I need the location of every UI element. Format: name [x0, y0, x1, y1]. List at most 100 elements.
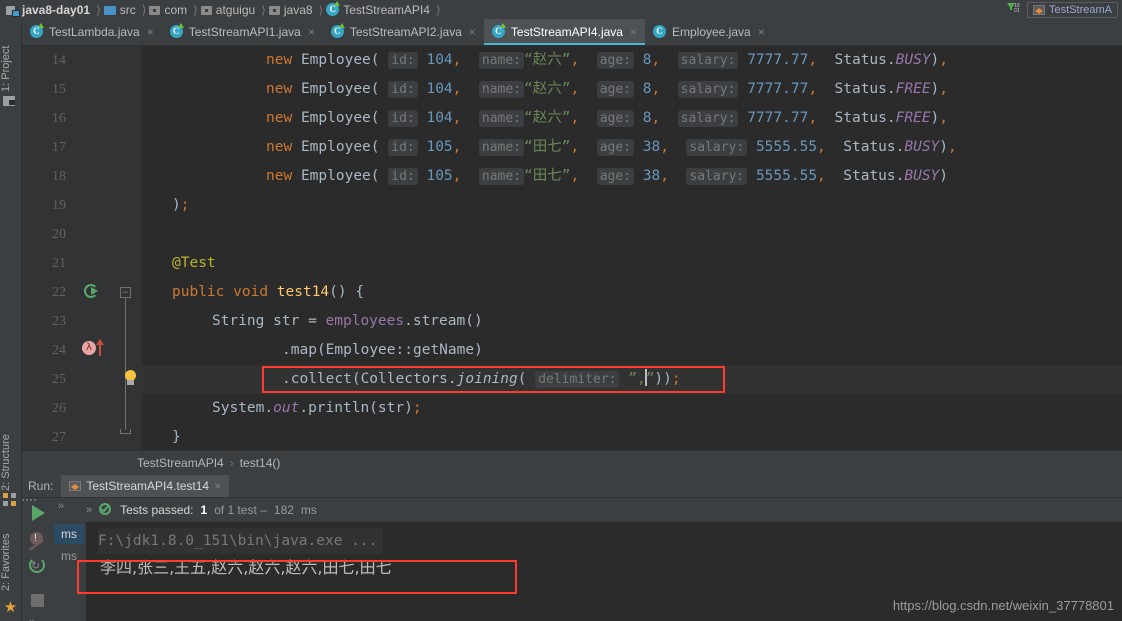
- enum-class: Status.: [834, 52, 896, 68]
- param-hint-name: name:: [478, 81, 525, 98]
- method-call: collect: [290, 371, 352, 387]
- literal-number: 38: [642, 168, 661, 184]
- class-name: Employee: [300, 168, 371, 184]
- literal-number: 104: [426, 52, 453, 68]
- keyword-new: new: [266, 52, 293, 68]
- test-duration-unit: ms: [300, 503, 317, 517]
- line-number: 22: [52, 285, 66, 300]
- literal-string: “赵六”: [524, 81, 571, 97]
- sidebar-item-favorites[interactable]: 2: Favorites: [0, 503, 22, 591]
- line-number: 26: [52, 401, 66, 416]
- tab-TestStreamAPI1[interactable]: TestStreamAPI1.java ×: [162, 19, 323, 45]
- param-hint-id: id:: [388, 139, 418, 156]
- run-configuration-selector[interactable]: TestStreamA: [1027, 2, 1118, 18]
- close-icon[interactable]: ×: [758, 25, 765, 39]
- rerun-icon[interactable]: [29, 504, 47, 522]
- param-hint-age: age:: [596, 139, 634, 156]
- field-reference: employees: [325, 313, 405, 329]
- restart-icon[interactable]: ↻: [29, 556, 47, 574]
- expand-chevron-icon[interactable]: »: [58, 500, 64, 512]
- code-text-area[interactable]: new Employee( id: 104, name: “赵六”, age: 8…: [142, 46, 1122, 450]
- literal-number: 7777.77: [747, 110, 809, 126]
- java-class-icon: [491, 23, 506, 39]
- line-number: 14: [52, 53, 66, 68]
- breadcrumb-item-module[interactable]: java8-day01: [4, 0, 95, 20]
- code-row: [142, 220, 1122, 249]
- param-hint-id: id:: [388, 168, 418, 185]
- toolbar-overflow-icon[interactable]: »: [29, 616, 47, 621]
- breadcrumb-label: TestStreamAPI4: [343, 3, 430, 17]
- literal-number: 7777.77: [747, 81, 809, 97]
- keyword-new: new: [266, 168, 293, 184]
- close-icon[interactable]: ×: [630, 25, 637, 39]
- breadcrumb-class[interactable]: TestStreamAPI4: [137, 456, 224, 470]
- param-hint-salary: salary:: [686, 168, 748, 185]
- lambda-marker-icon[interactable]: λ: [82, 339, 112, 357]
- editor-tab-bar: TestLambda.java × TestStreamAPI1.java × …: [22, 19, 1122, 46]
- code-editor[interactable]: 14 15 16 17 18 19 20 21 22 23 24 25 26 2…: [22, 46, 1122, 450]
- tab-Employee[interactable]: Employee.java ×: [645, 19, 773, 45]
- run-toolbar: ! ↻ »: [22, 498, 52, 621]
- breadcrumb-label: java8-day01: [22, 3, 91, 17]
- breadcrumb-label: atguigu: [215, 3, 256, 17]
- line-number: 20: [52, 227, 66, 242]
- editor-gutter[interactable]: 14 15 16 17 18 19 20 21 22 23 24 25 26 2…: [22, 46, 142, 450]
- method-call: stream: [412, 313, 466, 329]
- breadcrumb-method[interactable]: test14(): [240, 456, 281, 470]
- sidebar-item-structure[interactable]: 2: Structure: [0, 411, 22, 491]
- console-command-line: F:\jdk1.8.0_151\bin\java.exe ...: [98, 528, 384, 554]
- breadcrumb-item-com[interactable]: com: [147, 0, 192, 20]
- line-number: 25: [52, 372, 66, 387]
- java-class-icon: [326, 1, 341, 17]
- editor-structure-breadcrumb: TestStreamAPI4 › test14(): [22, 450, 1122, 474]
- test-passed-icon: [99, 503, 113, 517]
- breadcrumb-item-atguigu[interactable]: atguigu: [199, 0, 260, 20]
- breadcrumb-item-src[interactable]: src: [102, 0, 141, 20]
- breadcrumb-separator-icon: ⟩: [193, 3, 198, 17]
- breadcrumb-item-class[interactable]: TestStreamAPI4: [324, 0, 435, 20]
- close-icon[interactable]: ×: [469, 25, 476, 39]
- intention-bulb-icon[interactable]: [122, 370, 140, 388]
- tab-TestStreamAPI2[interactable]: TestStreamAPI2.java ×: [323, 19, 484, 45]
- param-hint-id: id:: [388, 52, 418, 69]
- duration-toggle-1[interactable]: ms: [54, 524, 84, 544]
- package-icon: [149, 5, 161, 16]
- code-row: }: [142, 423, 1122, 450]
- param-hint-salary: salary:: [677, 110, 739, 127]
- source-folder-icon: [103, 5, 117, 16]
- sidebar-item-label: 1: Project: [0, 45, 12, 92]
- download-dependencies-icon[interactable]: 10 01: [1005, 2, 1021, 18]
- duration-toggle-2[interactable]: ms: [54, 546, 84, 566]
- breadcrumb-separator-icon: ›: [229, 455, 234, 470]
- stop-icon[interactable]: [29, 592, 47, 610]
- run-test-icon[interactable]: [84, 284, 100, 300]
- code-line-17: new Employee( id: 105, name: “田七”, age: 3…: [266, 139, 957, 156]
- tab-label: TestStreamAPI4.java: [510, 25, 623, 39]
- literal-number: 104: [426, 81, 453, 97]
- literal-string: “赵六”: [524, 52, 571, 68]
- enum-constant: BUSY: [904, 139, 940, 155]
- close-icon[interactable]: ×: [308, 25, 315, 39]
- test-status-bar: » Tests passed: 1 of 1 test – 182 ms: [86, 498, 1122, 522]
- class-name: Employee: [325, 342, 396, 358]
- sidebar-item-project[interactable]: 1: Project: [0, 22, 22, 92]
- star-icon[interactable]: ★: [3, 600, 18, 615]
- param-hint-age: age:: [596, 52, 634, 69]
- enum-class: Status.: [834, 110, 896, 126]
- code-line-16: new Employee( id: 104, name: “赵六”, age: 8…: [266, 110, 949, 127]
- breadcrumb-item-java8[interactable]: java8: [267, 0, 318, 20]
- project-folder-icon[interactable]: [3, 94, 18, 109]
- close-icon[interactable]: ×: [147, 25, 154, 39]
- mute-breakpoints-icon[interactable]: !: [28, 530, 47, 551]
- tab-TestStreamAPI4[interactable]: TestStreamAPI4.java ×: [483, 19, 646, 45]
- close-icon[interactable]: ×: [214, 479, 221, 493]
- run-tab-row: Run: TestStreamAPI4.test14 ×: [22, 474, 1122, 498]
- enum-constant: BUSY: [904, 168, 940, 184]
- fold-region-end-icon[interactable]: [120, 429, 131, 438]
- fold-region-icon[interactable]: −: [120, 287, 131, 298]
- tab-TestLambda[interactable]: TestLambda.java ×: [22, 19, 162, 45]
- literal-number: 5555.55: [755, 139, 818, 155]
- expand-chevron-icon[interactable]: »: [86, 504, 92, 516]
- run-tab-teststreamapi4[interactable]: TestStreamAPI4.test14 ×: [61, 474, 230, 497]
- code-row-active: .collect(Collectors.joining( delimiter: …: [142, 365, 1122, 394]
